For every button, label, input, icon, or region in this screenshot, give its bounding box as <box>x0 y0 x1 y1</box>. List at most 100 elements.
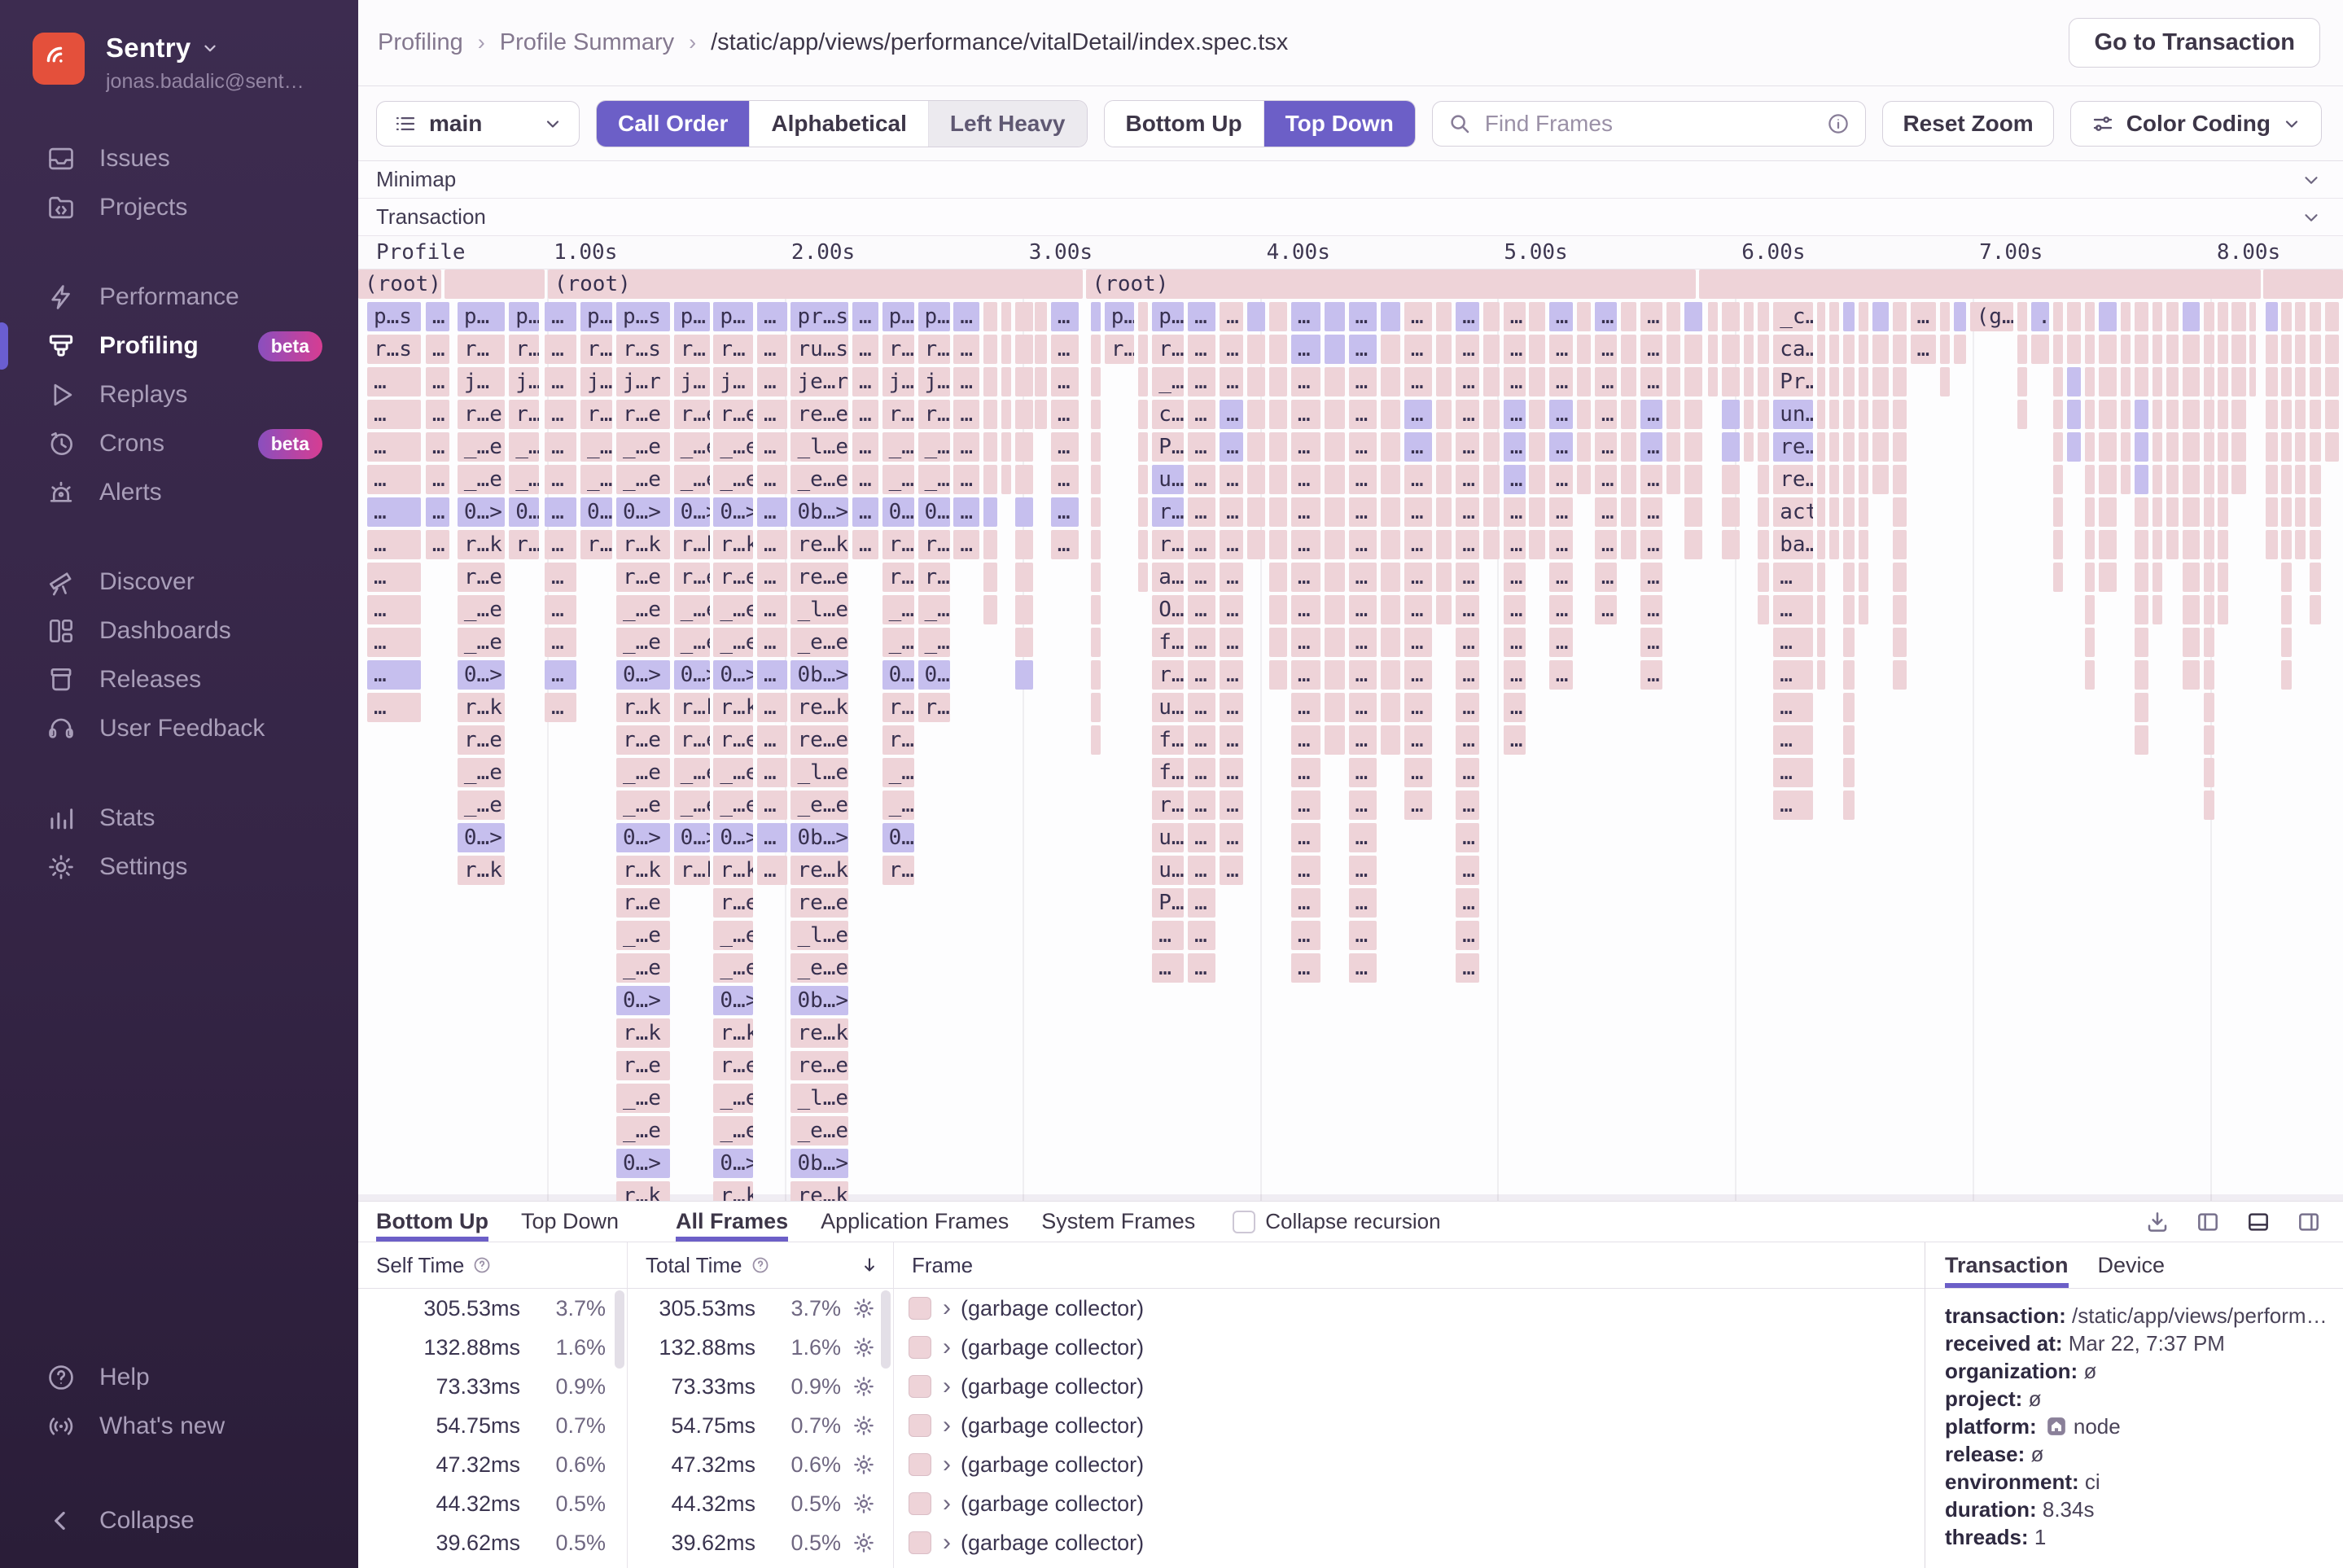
flame-cell[interactable]: … <box>545 432 576 462</box>
flame-cell[interactable]: … <box>1349 302 1377 331</box>
flame-cell[interactable]: 0…> <box>458 660 506 690</box>
flame-cell[interactable]: p… <box>713 302 753 331</box>
flame-cell[interactable] <box>1859 335 1868 364</box>
flame-cell[interactable] <box>2085 367 2095 396</box>
flame-cell[interactable] <box>2183 302 2201 331</box>
flame-cell[interactable] <box>2310 563 2322 592</box>
flame-cell[interactable] <box>1381 302 1400 331</box>
flame-cell[interactable] <box>1483 530 1500 559</box>
chevron-right-icon[interactable]: › <box>943 1490 951 1518</box>
flame-cell[interactable] <box>2204 660 2214 690</box>
flame-cell[interactable]: _…e <box>616 595 670 624</box>
flame-cell[interactable]: … <box>1188 335 1215 364</box>
sidebar-item-replays[interactable]: Replays <box>0 370 358 419</box>
flame-cell[interactable] <box>1529 302 1545 331</box>
flame-cell[interactable]: r…k <box>458 530 506 559</box>
flame-cell[interactable]: … <box>367 497 421 527</box>
flame-cell[interactable]: … <box>757 693 787 722</box>
flame-cell[interactable] <box>2166 400 2179 429</box>
sidebar-item-profiling[interactable]: Profilingbeta <box>0 322 358 370</box>
flame-cell[interactable] <box>983 335 997 364</box>
flame-cell[interactable]: … <box>1456 823 1479 852</box>
table-row-frame[interactable]: ›(garbage collector) <box>894 1289 1925 1328</box>
flame-cell[interactable]: _e…e <box>790 953 848 983</box>
scrollbar[interactable] <box>615 1290 624 1369</box>
flame-cell[interactable]: … <box>1456 628 1479 657</box>
flame-cell[interactable]: … <box>1456 953 1479 983</box>
flame-cell[interactable]: 0…> <box>713 823 753 852</box>
flame-cell[interactable]: … <box>1404 302 1432 331</box>
flame-cell[interactable]: … <box>757 725 787 755</box>
flame-cell[interactable] <box>1015 465 1033 494</box>
flame-cell[interactable]: … <box>852 335 878 364</box>
flame-cell[interactable] <box>2053 302 2063 331</box>
flame-cell[interactable]: 0…> <box>882 497 914 527</box>
flame-cell[interactable] <box>1829 465 1839 494</box>
flame-cell[interactable]: _…e <box>509 432 539 462</box>
flame-cell[interactable]: … <box>1504 465 1526 494</box>
flame-cell[interactable]: … <box>1773 693 1813 722</box>
dock-bottom-icon[interactable] <box>2245 1209 2271 1235</box>
flame-cell[interactable]: … <box>367 693 421 722</box>
flame-cell[interactable]: 0…> <box>918 660 950 690</box>
flame-cell[interactable]: p…s <box>367 302 421 331</box>
flame-cell[interactable] <box>1091 465 1101 494</box>
flame-cell[interactable]: _…e <box>616 628 670 657</box>
flame-cell[interactable] <box>2295 335 2305 364</box>
flame-cell[interactable] <box>1381 530 1400 559</box>
flame-cell[interactable]: _…e <box>674 628 710 657</box>
flame-cell[interactable]: … <box>426 497 449 527</box>
flame-cell[interactable]: _e…e <box>790 791 848 820</box>
flame-cell[interactable]: … <box>757 660 787 690</box>
flame-cell[interactable]: _…e <box>616 791 670 820</box>
flame-cell[interactable]: … <box>1220 823 1243 852</box>
flame-cell[interactable] <box>1091 400 1101 429</box>
flame-cell[interactable] <box>1708 335 1718 364</box>
flame-cell[interactable] <box>1817 432 1825 462</box>
flame-cell[interactable]: _l…e <box>790 758 848 787</box>
flame-cell[interactable]: … <box>1456 432 1479 462</box>
flame-cell[interactable] <box>1529 400 1545 429</box>
sidebar-item-stats[interactable]: Stats <box>0 794 358 843</box>
sidebar-item-crons[interactable]: Cronsbeta <box>0 419 358 468</box>
flame-cell[interactable] <box>2281 432 2291 462</box>
flame-cell[interactable]: … <box>1640 400 1662 429</box>
flame-cell[interactable] <box>1666 400 1680 429</box>
flame-cell[interactable]: … <box>1456 367 1479 396</box>
flame-cell[interactable]: 0…> <box>616 986 670 1015</box>
flame-cell[interactable] <box>983 530 997 559</box>
collapse-recursion-checkbox[interactable]: Collapse recursion <box>1233 1202 1440 1242</box>
flame-cell[interactable] <box>2031 335 2049 364</box>
flame-cell[interactable] <box>1666 302 1680 331</box>
flame-cell[interactable]: … <box>1640 432 1662 462</box>
flame-cell[interactable]: … <box>1404 725 1432 755</box>
flame-cell[interactable]: j… <box>509 367 539 396</box>
table-row-frame[interactable]: ›(garbage collector) <box>894 1328 1925 1367</box>
flame-cell[interactable]: _…e <box>882 465 914 494</box>
flame-cell[interactable] <box>1893 367 1907 396</box>
flame-cell[interactable]: re…k <box>790 1018 848 1048</box>
flame-cell[interactable]: … <box>1504 302 1526 331</box>
flame-cell[interactable]: _…e <box>713 465 753 494</box>
flame-cell[interactable] <box>1091 530 1101 559</box>
flame-cell[interactable] <box>1483 497 1500 527</box>
flame-cell[interactable]: re…e <box>790 888 848 918</box>
flame-cell[interactable]: … <box>1404 530 1432 559</box>
flame-cell[interactable]: u… <box>1152 465 1184 494</box>
flame-cell[interactable]: re…k <box>790 856 848 885</box>
flame-cell[interactable]: _…e <box>713 921 753 950</box>
flame-cell[interactable]: … <box>1549 595 1573 624</box>
flame-cell[interactable] <box>1859 432 1868 462</box>
flame-cell[interactable] <box>1859 530 1868 559</box>
flame-cell[interactable] <box>2325 302 2339 331</box>
flame-cell[interactable] <box>983 595 997 624</box>
flame-cell[interactable] <box>2135 302 2148 331</box>
flame-cell[interactable]: … <box>1349 791 1377 820</box>
flame-cell[interactable]: … <box>1773 660 1813 690</box>
flame-cell[interactable]: r… <box>509 335 539 364</box>
flame-cell[interactable] <box>2099 563 2117 592</box>
flame-cell[interactable]: … <box>1349 660 1377 690</box>
flame-cell[interactable]: … <box>367 660 421 690</box>
flame-cell[interactable]: … <box>852 302 878 331</box>
flame-cell[interactable] <box>1247 465 1265 494</box>
